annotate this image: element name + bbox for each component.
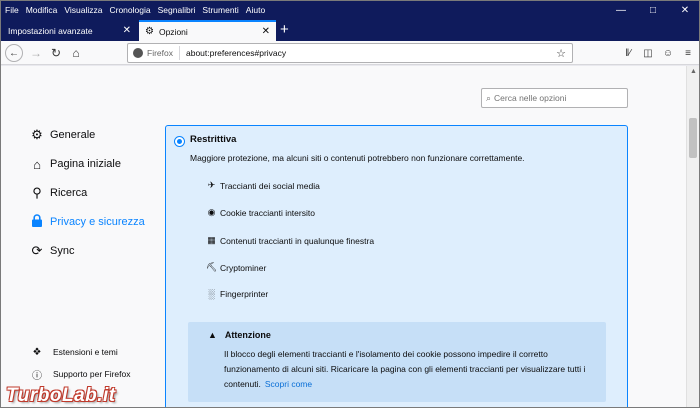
window-controls: — □ ✕ <box>605 1 699 19</box>
help-icon: ⓘ <box>32 370 42 382</box>
search-icon: ⌕ <box>486 92 492 103</box>
preferences-content: ⌕ Cerca nelle opzioni ⚙ Generale ⌂ Pagin… <box>1 66 687 407</box>
browser-window: File Modifica Visualizza Cronologia Segn… <box>0 0 700 408</box>
category-pagina-iniziale[interactable]: ⌂ Pagina iniziale <box>29 155 121 173</box>
tracker-label: Traccianti dei social media <box>220 180 320 191</box>
forward-arrow-icon[interactable]: → <box>27 44 45 62</box>
back-arrow-icon[interactable]: ← <box>5 44 23 62</box>
warning-box: ▲ Attenzione Il blocco degli elementi tr… <box>188 322 606 402</box>
category-privacy-sicurezza[interactable]: Privacy e sicurezza <box>29 213 145 231</box>
social-tracker-icon: ✈ <box>207 180 216 190</box>
search-input[interactable]: ⌕ Cerca nelle opzioni <box>481 88 628 108</box>
turbolab-watermark: TurboLab.it <box>6 385 116 406</box>
warning-title: ▲ Attenzione <box>208 330 271 340</box>
category-sync[interactable]: ⟳ Sync <box>29 242 75 260</box>
menu-visualizza[interactable]: Visualizza <box>64 5 102 15</box>
new-tab-icon[interactable]: + <box>280 20 289 40</box>
sidebar-firefox-support[interactable]: ⓘ Supporto per Firefox <box>29 365 130 383</box>
sidebar-footer-label: Supporto per Firefox <box>53 369 131 379</box>
tracker-item: ░ Fingerprinter <box>206 289 268 299</box>
menu-segnalibri[interactable]: Segnalibri <box>158 5 196 15</box>
category-label: Pagina iniziale <box>50 158 121 170</box>
toolbar-right: ‖∕ ◫ ☺ ≡ <box>617 44 697 62</box>
menu-modifica[interactable]: Modifica <box>26 5 58 15</box>
lock-icon <box>29 214 45 230</box>
firefox-icon <box>133 48 143 58</box>
menu-strumenti[interactable]: Strumenti <box>202 5 238 15</box>
sidebar-footer-label: Estensioni e temi <box>53 347 118 357</box>
tab-label: Opzioni <box>158 26 188 37</box>
search-icon: ⚲ <box>32 185 42 200</box>
panel-title: Restrittiva <box>190 134 237 145</box>
category-label: Sync <box>50 245 75 257</box>
learn-more-link[interactable]: Scopri come <box>265 379 312 389</box>
menu-aiuto[interactable]: Aiuto <box>246 5 265 15</box>
identity-badge[interactable]: Firefox <box>128 46 180 60</box>
scrollbar-thumb[interactable] <box>689 118 697 158</box>
library-icon[interactable]: ‖∕ <box>619 44 637 62</box>
category-ricerca[interactable]: ⚲ Ricerca <box>29 184 87 202</box>
cookie-icon: ◉ <box>207 207 216 217</box>
minimize-icon[interactable]: — <box>605 1 637 19</box>
tab-opzioni[interactable]: ⚙ Opzioni ✕ <box>139 20 276 41</box>
identity-label: Firefox <box>147 48 173 58</box>
fingerprinter-icon: ░ <box>208 289 215 299</box>
tracker-item: ◉ Cookie traccianti intersito <box>206 207 315 218</box>
tracker-item: ▦ Contenuti traccianti in qualunque fine… <box>206 235 374 246</box>
maximize-icon[interactable]: □ <box>637 1 669 19</box>
sidebar-icon[interactable]: ◫ <box>639 44 657 62</box>
menu-hamburger-icon[interactable]: ≡ <box>679 44 697 62</box>
account-icon[interactable]: ☺ <box>659 44 677 62</box>
tracker-label: Cryptominer <box>220 262 267 273</box>
tab-label: Impostazioni avanzate <box>8 25 93 36</box>
category-label: Ricerca <box>50 187 88 199</box>
menu-cronologia[interactable]: Cronologia <box>109 5 150 15</box>
url-text[interactable]: about:preferences#privacy <box>180 48 286 58</box>
tracker-item: ✈ Traccianti dei social media <box>206 180 320 191</box>
home-icon[interactable]: ⌂ <box>67 44 85 62</box>
gear-icon: ⚙ <box>31 127 43 142</box>
tracker-label: Cookie traccianti intersito <box>220 207 315 218</box>
tracker-label: Contenuti traccianti in qualunque finest… <box>220 235 375 246</box>
tracker-item: ⛏ Cryptominer <box>206 262 266 273</box>
category-label: Privacy e sicurezza <box>50 216 145 228</box>
home-icon: ⌂ <box>33 156 41 172</box>
tracking-content-icon: ▦ <box>207 235 216 245</box>
navigation-toolbar: ← → ↻ ⌂ Firefox about:preferences#privac… <box>1 41 699 65</box>
puzzle-icon: ❖ <box>32 346 42 358</box>
menu-bar: File Modifica Visualizza Cronologia Segn… <box>1 1 699 19</box>
url-bar[interactable]: Firefox about:preferences#privacy ☆ <box>127 43 573 63</box>
warning-title-text: Attenzione <box>224 330 271 340</box>
tab-impostazioni-avanzate[interactable]: Impostazioni avanzate ✕ <box>2 20 137 41</box>
scroll-up-icon[interactable]: ▲ <box>690 68 697 75</box>
bookmark-star-icon[interactable]: ☆ <box>556 47 566 60</box>
category-label: Generale <box>50 129 96 141</box>
panel-description: Maggiore protezione, ma alcuni siti o co… <box>190 153 525 163</box>
sidebar-extensions-themes[interactable]: ❖ Estensioni e temi <box>29 343 118 361</box>
strict-protection-panel: Restrittiva Maggiore protezione, ma alcu… <box>165 125 628 407</box>
close-tab-icon[interactable]: ✕ <box>262 26 270 37</box>
sync-icon: ⟳ <box>31 243 43 258</box>
page-scrollbar[interactable]: ▲ <box>686 66 699 407</box>
tracker-label: Fingerprinter <box>220 289 269 299</box>
warning-icon: ▲ <box>208 330 217 340</box>
menu-file[interactable]: File <box>5 5 19 15</box>
reload-icon[interactable]: ↻ <box>47 44 65 62</box>
gear-icon: ⚙ <box>145 26 154 37</box>
tab-strip: Impostazioni avanzate ✕ ⚙ Opzioni ✕ <box>1 19 699 41</box>
cryptominer-icon: ⛏ <box>206 262 218 272</box>
strict-radio[interactable] <box>174 136 185 147</box>
close-tab-icon[interactable]: ✕ <box>123 25 131 36</box>
close-icon[interactable]: ✕ <box>669 1 699 19</box>
category-generale[interactable]: ⚙ Generale <box>29 126 95 144</box>
warning-body: Il blocco degli elementi traccianti e l'… <box>224 347 594 392</box>
search-placeholder: Cerca nelle opzioni <box>494 93 567 103</box>
